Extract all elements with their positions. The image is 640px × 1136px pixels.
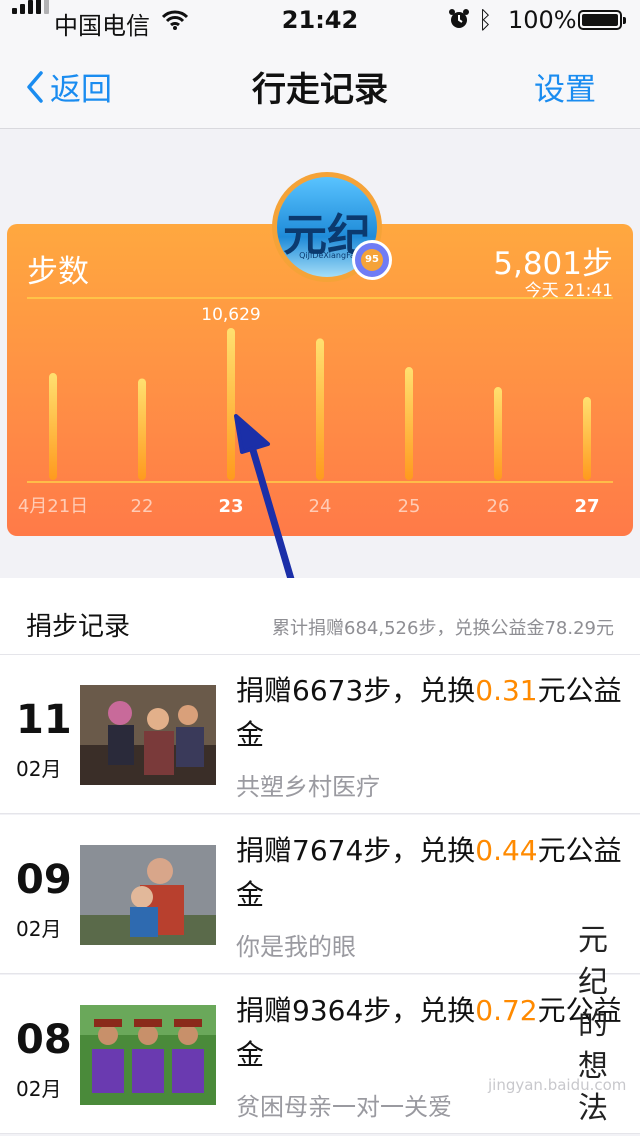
record-day: 08 (16, 1017, 72, 1063)
record-project: 贫困母亲一对一关爱 (236, 1093, 452, 1121)
bluetooth-icon: ᛒ (478, 6, 493, 34)
record-amount: 0.31 (475, 674, 538, 707)
record-title: 捐赠7674步，兑换0.44元公益金 (236, 834, 622, 911)
record-month: 02月 (16, 1077, 62, 1101)
chart-x-tick-label: 23 (218, 496, 243, 517)
donation-record[interactable]: 08 02月 捐赠9364步，兑换0.72元公益金 贫困母亲一对一关爱 (0, 975, 640, 1134)
chart-x-tick-label: 24 (309, 496, 332, 517)
chart-bar (49, 373, 57, 480)
medal-badge-icon: 95 (352, 240, 392, 280)
chart-x-tick-label: 26 (487, 496, 510, 517)
donation-record[interactable]: 09 02月 捐赠7674步，兑换0.44元公益金 你是我的眼 (0, 815, 640, 974)
baidu-watermark: jingyan.baidu.com (488, 1076, 627, 1094)
today-time: 今天 21:41 (524, 281, 613, 301)
donation-record[interactable]: 11 02月 捐赠6673步，兑换0.31元公益金 共塑乡村医疗 (0, 655, 640, 814)
record-amount: 0.44 (475, 834, 538, 867)
donation-header: 捐步记录 累计捐赠684,526步，兑换公益金78.29元 (0, 578, 640, 655)
chart-peak-label: 10,629 (201, 305, 260, 325)
record-month: 02月 (16, 757, 62, 781)
chart-x-tick-label: 22 (131, 496, 154, 517)
chart-x-tick-label: 25 (398, 496, 421, 517)
record-amount: 0.72 (475, 994, 538, 1027)
battery-percent: 100% (508, 6, 577, 34)
battery-icon (578, 10, 626, 30)
handwritten-watermark: 元 纪 的 想 法 (578, 923, 608, 1126)
status-bar: 中国电信 21:42 ᛒ 100% (0, 0, 640, 40)
project-thumbnail (80, 685, 216, 785)
chart-bar (316, 338, 324, 480)
chart-x-tick-label: 27 (574, 496, 599, 517)
record-title: 捐赠6673步，兑换0.31元公益金 (236, 674, 622, 751)
alarm-icon (449, 9, 469, 28)
record-month: 02月 (16, 917, 62, 941)
chart-bar (138, 378, 146, 480)
record-project: 共塑乡村医疗 (236, 773, 380, 801)
donation-summary: 累计捐赠684,526步，兑换公益金78.29元 (272, 618, 614, 639)
chart-bar (583, 397, 591, 480)
settings-button[interactable]: 设置 (534, 64, 596, 109)
project-thumbnail (80, 1005, 216, 1105)
project-thumbnail (80, 845, 216, 945)
chart-x-tick-label: 4月21日 (18, 496, 88, 517)
record-project: 你是我的眼 (236, 933, 356, 961)
record-day: 11 (16, 697, 72, 743)
nav-bar: 返回 行走记录 设置 (0, 40, 640, 129)
chart-bar (494, 387, 502, 480)
chart-bar (405, 367, 413, 480)
record-day: 09 (16, 857, 72, 903)
chart-bar (227, 328, 235, 480)
steps-label: 步数 (27, 254, 89, 290)
donation-title: 捐步记录 (26, 612, 131, 642)
